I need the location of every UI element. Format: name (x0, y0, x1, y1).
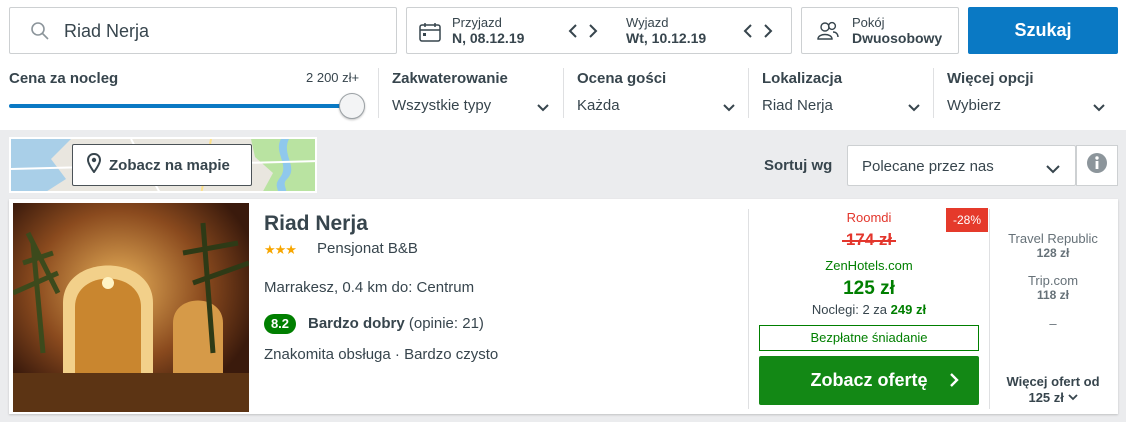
search-button[interactable]: Szukaj (968, 7, 1118, 54)
room-selector[interactable]: Pokój Dwuosobowy (801, 7, 959, 54)
checkin-next-icon[interactable] (586, 21, 600, 41)
chevron-down-icon[interactable] (1092, 100, 1106, 118)
alt-offer-empty: – (998, 316, 1108, 331)
show-on-map-label: Zobacz na mapie (109, 156, 230, 174)
nights-text: Noclegi: 2 za (811, 302, 888, 317)
room-label: Pokój (852, 15, 885, 30)
info-button[interactable] (1076, 145, 1118, 186)
rating-count: (opinie: 21) (408, 315, 484, 332)
checkin-date[interactable]: Przyjazd N, 08.12.19 (452, 15, 524, 47)
destination-input[interactable] (64, 18, 384, 44)
free-breakfast-badge: Bezpłatne śniadanie (759, 325, 979, 351)
checkin-prev-icon[interactable] (566, 21, 580, 41)
checkin-value: N, 08.12.19 (452, 30, 525, 46)
old-price: 174 zł (759, 230, 979, 250)
sort-value: Polecane przez nas (862, 158, 994, 175)
location-filter-value[interactable]: Riad Nerja (762, 97, 833, 114)
discount-badge: -28% (946, 208, 988, 232)
rating-filter-value[interactable]: Każda (577, 97, 620, 114)
sort-label: Sortuj wg (764, 157, 833, 174)
top-bar: Przyjazd N, 08.12.19 Wyjazd Wt, 10.12.19… (0, 0, 1126, 130)
chevron-down-icon (1045, 161, 1061, 178)
show-on-map-button[interactable]: Zobacz na mapie (72, 144, 252, 186)
nights-total-price: 249 zł (890, 302, 927, 317)
checkout-label: Wyjazd (626, 15, 669, 30)
more-offers-label: Więcej ofert od (1006, 374, 1100, 389)
nights-total: Noclegi: 2 za 249 zł (759, 302, 979, 317)
checkout-date[interactable]: Wyjazd Wt, 10.12.19 (626, 15, 706, 47)
guests-icon (816, 21, 840, 46)
checkout-prev-icon[interactable] (741, 21, 755, 41)
filter-divider (748, 68, 749, 118)
checkout-next-icon[interactable] (761, 21, 775, 41)
deal-price[interactable]: 125 zł (759, 278, 979, 300)
alt-offer[interactable]: Trip.com 118 zł (998, 273, 1108, 302)
info-icon (1086, 152, 1108, 179)
more-offers-link[interactable]: Więcej ofert od 125 zł (998, 374, 1108, 406)
alt-offer[interactable]: Travel Republic 128 zł (998, 231, 1108, 260)
rating-score-badge: 8.2 (264, 314, 296, 334)
map-pin-icon (86, 152, 102, 177)
hotel-name[interactable]: Riad Nerja (264, 212, 368, 236)
more-options-label: Więcej opcji (947, 70, 1034, 87)
alt-offer-price: 128 zł (1036, 246, 1070, 260)
destination-search-box[interactable] (9, 7, 397, 54)
chevron-down-icon (1067, 390, 1078, 405)
chevron-down-icon[interactable] (536, 100, 550, 118)
alt-offer-provider: – (1049, 316, 1057, 331)
filter-divider (378, 68, 379, 118)
room-value: Dwuosobowy (852, 30, 943, 46)
accommodation-filter-value[interactable]: Wszystkie typy (392, 97, 491, 114)
deal-provider: ZenHotels.com (825, 258, 913, 273)
chevron-down-icon[interactable] (722, 100, 736, 118)
view-deal-button[interactable]: Zobacz ofertę (759, 356, 979, 405)
date-picker[interactable]: Przyjazd N, 08.12.19 Wyjazd Wt, 10.12.19 (406, 7, 792, 54)
alt-offer-provider: Trip.com (1027, 273, 1079, 288)
chevron-right-icon (949, 372, 959, 393)
filter-divider (563, 68, 564, 118)
filter-divider (933, 68, 934, 118)
price-max-value: 2 200 zł+ (306, 70, 360, 85)
card-divider (989, 209, 990, 409)
rating-word: Bardzo dobry (308, 315, 405, 332)
rating-summary[interactable]: Bardzo dobry (opinie: 21) (308, 315, 484, 332)
calendar-icon (419, 22, 441, 47)
sort-select[interactable]: Polecane przez nas (847, 145, 1076, 186)
checkin-label: Przyjazd (452, 15, 502, 30)
card-divider (748, 209, 749, 409)
old-price-value: 174 zł (845, 230, 893, 249)
star-rating: ★★★ (264, 242, 297, 257)
price-slider-track[interactable] (9, 104, 351, 108)
price-slider-handle[interactable] (339, 93, 365, 119)
rating-filter-label: Ocena gości (577, 70, 667, 87)
location-filter-label: Lokalizacja (762, 70, 843, 87)
view-deal-label: Zobacz ofertę (810, 370, 928, 390)
price-filter-label: Cena za nocleg (9, 70, 119, 87)
checkout-value: Wt, 10.12.19 (626, 30, 707, 46)
hotel-location[interactable]: Marrakesz, 0.4 km do: Centrum (264, 279, 474, 296)
alt-offer-provider: Travel Republic (1008, 231, 1098, 246)
more-offers-price: 125 zł (1028, 390, 1064, 405)
more-options-value[interactable]: Wybierz (947, 97, 1001, 114)
alt-offer-price: 118 zł (1036, 288, 1070, 302)
hotel-photo[interactable] (13, 203, 249, 412)
hotel-features: Znakomita obsługa · Bardzo czysto (264, 346, 499, 363)
hotel-type: Pensjonat B&B (317, 240, 418, 257)
accommodation-filter-label: Zakwaterowanie (392, 70, 508, 87)
chevron-down-icon[interactable] (907, 100, 921, 118)
search-icon (30, 21, 50, 46)
